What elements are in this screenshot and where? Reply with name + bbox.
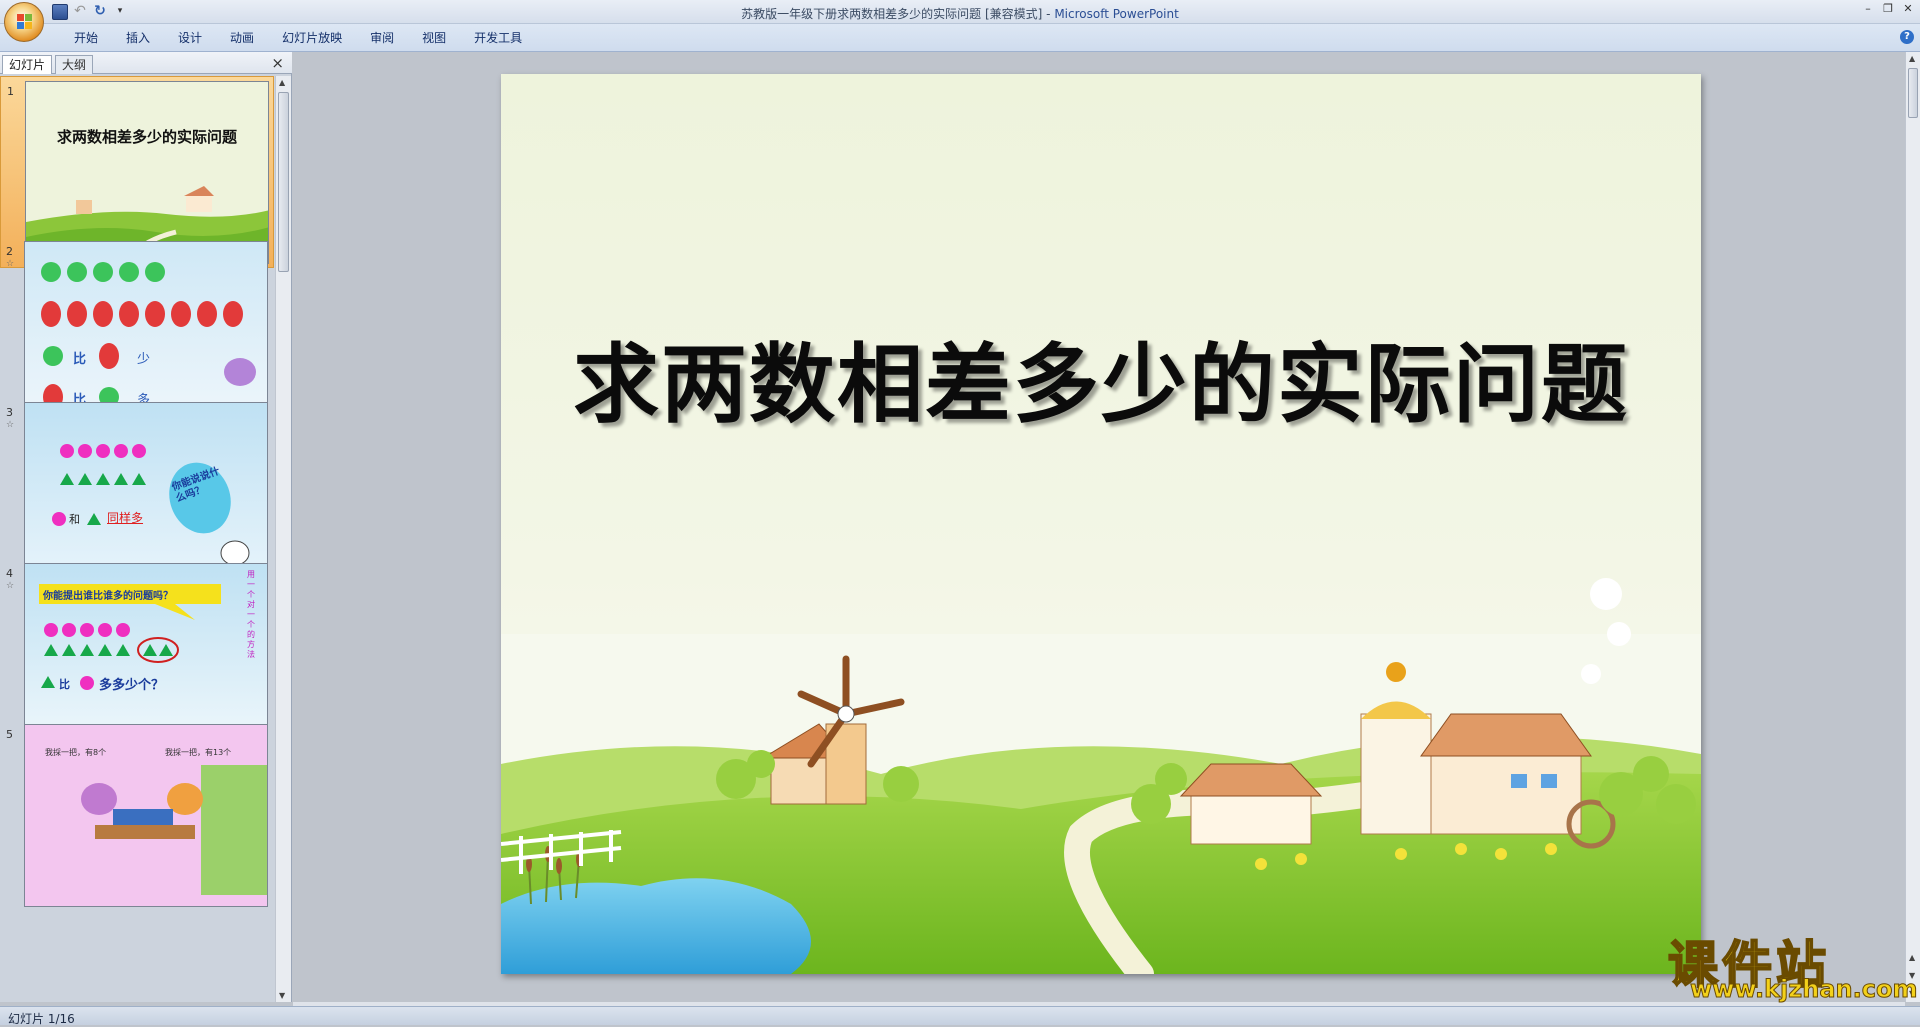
slide-counter: 幻灯片 1/16: [8, 1012, 75, 1026]
current-slide[interactable]: 求两数相差多少的实际问题: [501, 74, 1701, 974]
slide-thumbnails: 1 求两数相差多少的实际问题 2 ☆ 比 少 比 多 3 ☆ 和 同样多 你能说…: [0, 76, 274, 1002]
slide-background-landscape: [501, 74, 1701, 974]
pane-tabs: 幻灯片 大纲 ×: [0, 52, 292, 74]
ribbon-tab-bar: 开始 插入 设计 动画 幻灯片放映 审阅 视图 开发工具 ?: [0, 24, 1920, 52]
tab-view[interactable]: 视图: [408, 30, 460, 46]
scroll-thumb[interactable]: [1908, 68, 1918, 118]
tab-slides[interactable]: 幻灯片: [2, 55, 53, 74]
thumbnail-scrollbar[interactable]: ▲ ▼: [275, 76, 291, 1002]
animation-star-icon: ☆: [6, 420, 15, 430]
tab-review[interactable]: 审阅: [356, 30, 408, 46]
thumb-text-than: 比: [59, 678, 70, 691]
window-controls: – ❐ ✕: [1862, 2, 1914, 15]
scroll-thumb[interactable]: [278, 92, 289, 272]
watermark-url: www.kjzhan.com: [1689, 975, 1918, 1004]
help-icon[interactable]: ?: [1900, 30, 1914, 44]
tab-slideshow[interactable]: 幻灯片放映: [268, 30, 356, 46]
thumb-left-text: 我採一把，有8个: [45, 748, 107, 757]
close-icon[interactable]: ✕: [1902, 2, 1914, 15]
office-button[interactable]: [4, 2, 44, 42]
slide-preview: 你能提出谁比谁多的问题吗？ 比 多多少个？ 用一个对一个的方法: [24, 563, 268, 746]
animation-star-icon: ☆: [6, 259, 15, 269]
title-bar: ↶ ↻ ▾ 苏教版一年级下册求两数相差多少的实际问题 [兼容模式] - Micr…: [0, 0, 1920, 42]
scroll-up-icon[interactable]: ▲: [1909, 54, 1915, 63]
watermark-logo: 课件站 www.kjzhan.com: [1667, 925, 1918, 1005]
slide-number: 1: [7, 85, 14, 98]
tab-developer[interactable]: 开发工具: [460, 30, 536, 46]
slide-number: 3: [6, 406, 13, 419]
status-bar: 幻灯片 1/16: [0, 1006, 1920, 1026]
slide-preview: 比 少 比 多: [24, 241, 268, 424]
ribbon-tabs: 开始 插入 设计 动画 幻灯片放映 审阅 视图 开发工具: [60, 30, 536, 46]
thumb-right-text: 我採一把，有13个: [165, 748, 232, 757]
slide-scrollbar[interactable]: ▲ ▲ ▼ ▼: [1905, 52, 1920, 1002]
slide-editing-area: 求两数相差多少的实际问题: [293, 52, 1898, 1002]
office-logo-icon: [17, 14, 33, 30]
scroll-up-icon[interactable]: ▲: [279, 78, 285, 87]
thumb-text-same: 同样多: [107, 511, 144, 525]
slide-thumbnail-5[interactable]: 5 我採一把，有8个 我採一把，有13个: [0, 720, 274, 912]
slide-preview: 我採一把，有8个 我採一把，有13个: [24, 724, 268, 907]
tab-insert[interactable]: 插入: [112, 30, 164, 46]
slide-number: 5: [6, 728, 13, 741]
previous-slide-icon[interactable]: ▲: [1909, 953, 1915, 962]
slide-preview: 和 同样多 你能说说什么吗？: [24, 402, 268, 585]
thumb-text-than-1: 比: [73, 352, 87, 367]
slide-title[interactable]: 求两数相差多少的实际问题: [501, 314, 1701, 439]
window-title: 苏教版一年级下册求两数相差多少的实际问题 [兼容模式] - Microsoft …: [741, 7, 1179, 21]
thumb-bubble-text: 你能提出谁比谁多的问题吗？: [43, 591, 173, 602]
tab-home[interactable]: 开始: [60, 30, 112, 46]
close-pane-icon[interactable]: ×: [271, 54, 284, 72]
slide-number: 4: [6, 567, 13, 580]
tab-outline[interactable]: 大纲: [55, 55, 94, 74]
slides-pane: 幻灯片 大纲 × 1 求两数相差多少的实际问题 2 ☆ 比 少 比 多 3 ☆ …: [0, 52, 292, 1002]
maximize-icon[interactable]: ❐: [1882, 2, 1894, 15]
thumb-text-less: 少: [137, 352, 151, 367]
animation-star-icon: ☆: [6, 581, 15, 591]
tab-animations[interactable]: 动画: [216, 30, 268, 46]
thumb-shapes: [52, 444, 250, 566]
tab-design[interactable]: 设计: [164, 30, 216, 46]
thumb-text-and: 和: [69, 513, 80, 526]
slide-number: 2: [6, 245, 13, 258]
thumb-side-text: 用一个对一个的方法: [247, 570, 255, 659]
scroll-down-icon[interactable]: ▼: [279, 991, 285, 1000]
thumb-text-how-many: 多多少个？: [99, 678, 165, 693]
minimize-icon[interactable]: –: [1862, 2, 1874, 15]
